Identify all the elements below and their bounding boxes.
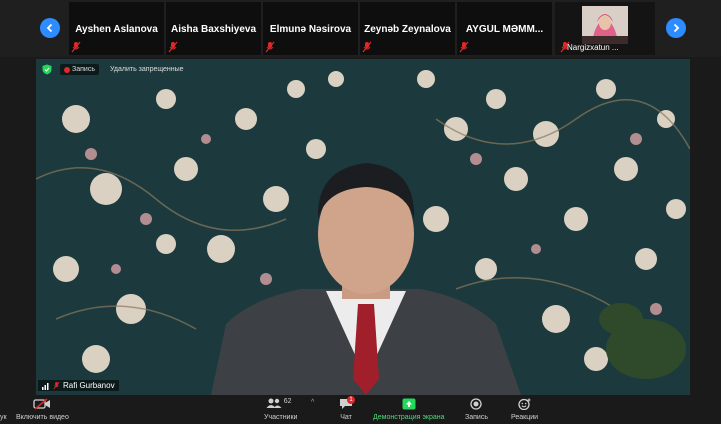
participant-tile[interactable]: Elmunə Nəsirova <box>263 2 358 55</box>
recording-dot-icon <box>64 66 70 73</box>
muted-mic-icon <box>265 41 275 53</box>
shield-icon[interactable] <box>42 64 52 75</box>
muted-mic-icon <box>53 381 60 390</box>
speaker-name-tag: Rafi Gurbanov <box>38 380 119 391</box>
participant-name: Ayshen Aslanova <box>75 24 158 35</box>
chat-label: Чат <box>340 414 352 421</box>
remote-control-label[interactable]: Удалить запрещенные <box>110 66 184 73</box>
chevron-left-icon <box>46 23 53 33</box>
participants-button[interactable]: 62 Участники <box>264 397 297 421</box>
previous-page-button[interactable] <box>40 18 60 38</box>
muted-mic-icon <box>71 41 81 53</box>
participant-name: Aisha Baxshiyeva <box>170 24 257 35</box>
chevron-right-icon <box>673 23 680 33</box>
next-page-button[interactable] <box>666 18 686 38</box>
share-screen-icon <box>402 398 416 409</box>
speaker-video-frame <box>36 59 690 395</box>
video-off-icon <box>33 397 51 410</box>
participant-tile[interactable]: Nargizxatun ... <box>555 2 655 55</box>
reactions-label: Реакции <box>511 414 539 421</box>
audio-label-fragment: ук <box>0 414 7 421</box>
participant-tile[interactable]: Ayshen Aslanova <box>69 2 164 55</box>
emoji-add-icon <box>518 398 531 410</box>
participant-name: Elmunə Nəsirova <box>269 24 352 35</box>
participants-icon <box>266 398 282 408</box>
participant-name: Nargizxatun ... <box>567 43 619 52</box>
participant-name: AYGÜL MƏMM... <box>465 24 544 35</box>
audio-button-fragment[interactable]: ук <box>0 397 7 421</box>
recording-indicator[interactable]: Запись <box>60 64 99 75</box>
record-button[interactable]: Запись <box>465 397 488 421</box>
record-icon <box>470 397 483 410</box>
chat-unread-badge: 1 <box>347 396 355 404</box>
start-video-button[interactable]: Включить видео <box>16 397 69 421</box>
muted-mic-icon <box>459 41 469 53</box>
chevron-up-icon[interactable]: ^ <box>311 399 314 406</box>
participant-tile[interactable]: Zeynəb Zeynalova <box>360 2 455 55</box>
participant-video-thumbnail <box>582 6 628 44</box>
participant-name: Zeynəb Zeynalova <box>364 24 451 35</box>
participants-count: 62 <box>283 398 292 405</box>
recording-label: Запись <box>72 66 95 73</box>
participant-tile[interactable]: Aisha Baxshiyeva <box>166 2 261 55</box>
muted-mic-icon <box>362 41 372 53</box>
active-speaker-video: Запись Удалить запрещенные Rafi Gurbanov <box>36 59 690 395</box>
participants-label: Участники <box>264 414 298 421</box>
signal-bars-icon <box>42 382 49 390</box>
speaker-name: Rafi Gurbanov <box>63 381 115 390</box>
share-screen-label: Демонстрация экрана <box>373 414 445 421</box>
muted-mic-icon <box>168 41 178 53</box>
reactions-button[interactable]: Реакции <box>511 397 538 421</box>
share-screen-button[interactable]: Демонстрация экрана <box>373 397 445 421</box>
participant-tile[interactable]: AYGÜL MƏMM... <box>457 2 552 55</box>
start-video-label: Включить видео <box>16 414 69 421</box>
chat-button[interactable]: 1 Чат <box>338 396 355 421</box>
record-label: Запись <box>465 414 488 421</box>
meeting-toolbar: ук Включить видео 62 Участники ^ 1 Чат Д… <box>0 395 721 424</box>
participant-strip: Ayshen Aslanova Aisha Baxshiyeva Elmunə … <box>0 0 721 57</box>
